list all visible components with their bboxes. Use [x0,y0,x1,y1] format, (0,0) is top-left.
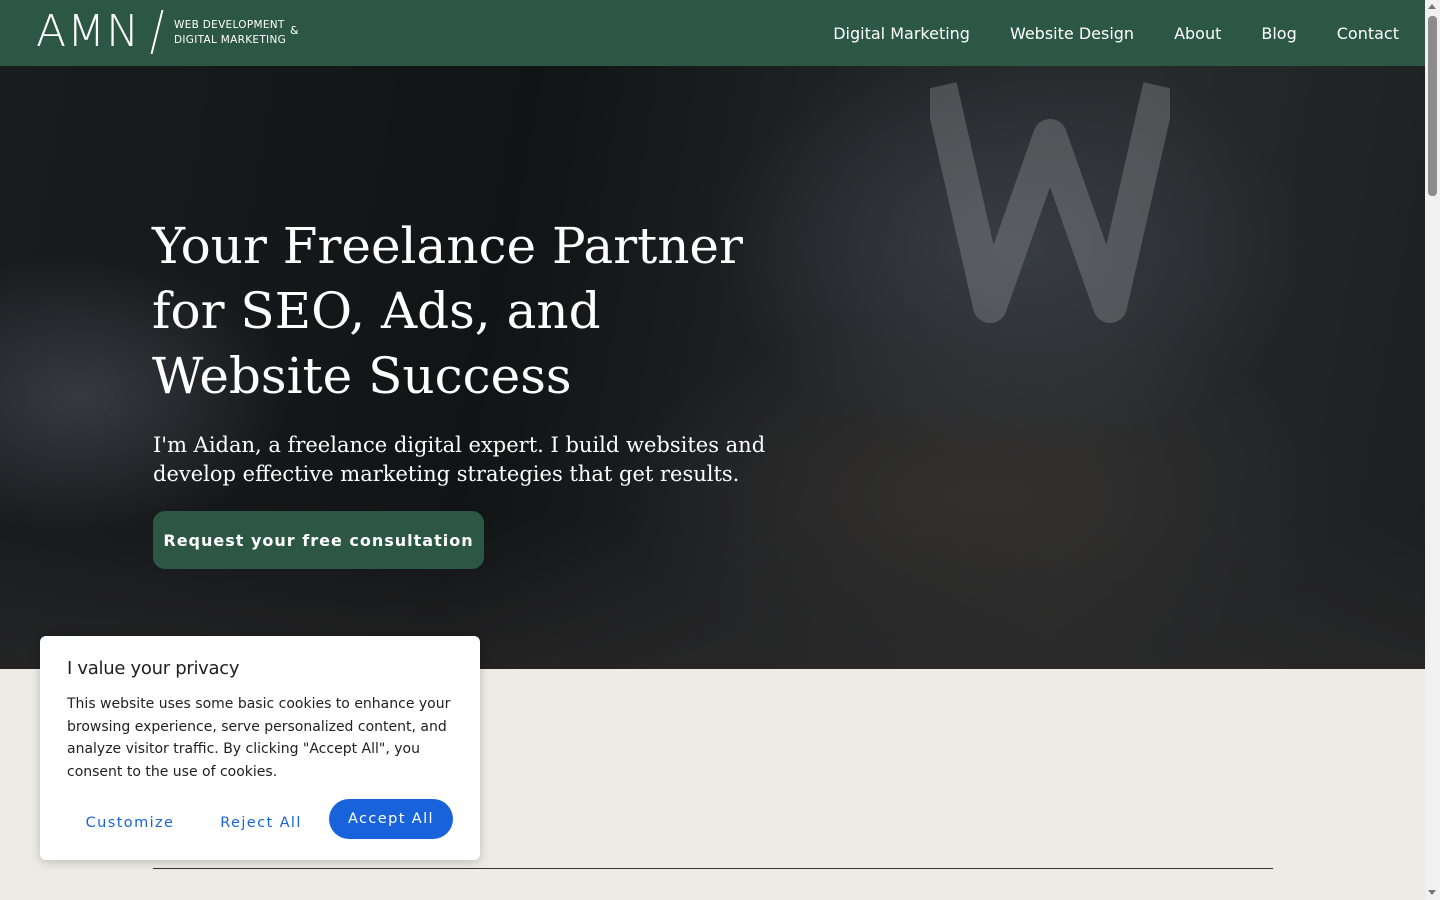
scrollbar-thumb[interactable] [1428,16,1437,196]
nav-website-design[interactable]: Website Design [1010,24,1134,43]
logo-tagline-line1: WEB DEVELOPMENT [174,19,285,31]
hero-title: Your Freelance Partner for SEO, Ads, and… [152,217,743,405]
customize-button[interactable]: Customize [82,808,178,838]
nav-digital-marketing[interactable]: Digital Marketing [833,24,970,43]
logo-tagline-line2: DIGITAL MARKETING [174,34,287,46]
page-scrollbar[interactable] [1425,0,1440,900]
scroll-down-arrow-icon[interactable] [1428,890,1436,895]
cookie-consent-banner: I value your privacy This website uses s… [40,636,480,860]
nav-blog[interactable]: Blog [1261,24,1296,43]
accept-all-button[interactable]: Accept All [329,799,453,839]
nav-about[interactable]: About [1174,24,1221,43]
section-divider [153,868,1273,869]
scroll-up-arrow-icon[interactable] [1428,4,1436,9]
logo-tagline: WEB DEVELOPMENT DIGITAL MARKETING [174,18,286,48]
request-consultation-button[interactable]: Request your free consultation [153,511,484,569]
hero-section: Your Freelance Partner for SEO, Ads, and… [0,66,1425,669]
nav-contact[interactable]: Contact [1337,24,1399,43]
site-header: AMN WEB DEVELOPMENT DIGITAL MARKETING & … [0,0,1425,66]
site-logo[interactable]: AMN WEB DEVELOPMENT DIGITAL MARKETING & [36,6,299,57]
reject-all-button[interactable]: Reject All [218,808,304,838]
main-nav: Digital Marketing Website Design About B… [833,0,1399,66]
logo-wordmark: AMN [36,6,140,57]
logo-slash [150,10,164,54]
cookie-banner-title: I value your privacy [67,658,240,679]
hero-subtitle: I'm Aidan, a freelance digital expert. I… [153,433,766,486]
logo-ampersand: & [290,24,299,37]
cookie-banner-text: This website uses some basic cookies to … [67,696,451,780]
